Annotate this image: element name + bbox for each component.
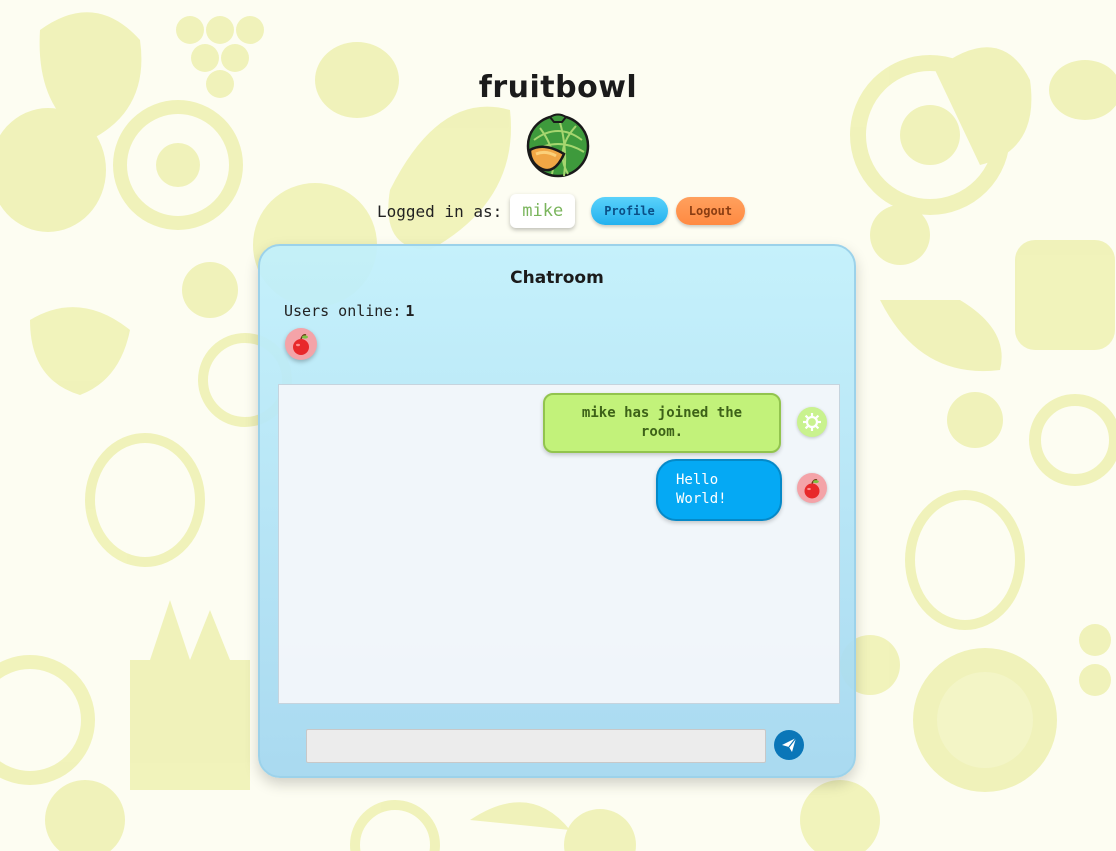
melon-logo-icon	[526, 113, 590, 178]
logout-button[interactable]: Logout	[675, 197, 746, 225]
logged-in-label: Logged in as:	[377, 201, 503, 221]
apple-avatar-icon	[804, 479, 820, 499]
login-status-bar: Logged in as: mike Profile Logout	[377, 193, 753, 229]
system-avatar	[797, 407, 827, 437]
user-avatar	[797, 473, 827, 503]
site-header: fruitbowl	[0, 68, 1116, 178]
online-user-avatar[interactable]	[285, 328, 317, 360]
site-title: fruitbowl	[478, 70, 638, 105]
paper-plane-icon	[782, 737, 797, 752]
chatroom-panel: Chatroom Users online: 1 mike has joined …	[258, 244, 856, 778]
chatroom-title: Chatroom	[510, 268, 604, 288]
gear-avatar-icon	[803, 413, 821, 431]
username-chip: mike	[510, 194, 576, 228]
users-online-label: Users online:	[284, 302, 402, 320]
users-online-count: 1	[405, 302, 415, 320]
apple-avatar-icon	[293, 334, 309, 355]
user-message: Hello World!	[656, 459, 782, 521]
send-button[interactable]	[774, 730, 804, 760]
message-input[interactable]	[306, 729, 766, 763]
system-message: mike has joined the room.	[543, 393, 781, 453]
message-list[interactable]: mike has joined the room. Hello World!	[278, 384, 840, 704]
profile-button[interactable]: Profile	[591, 197, 668, 225]
users-online: Users online: 1	[284, 302, 414, 320]
